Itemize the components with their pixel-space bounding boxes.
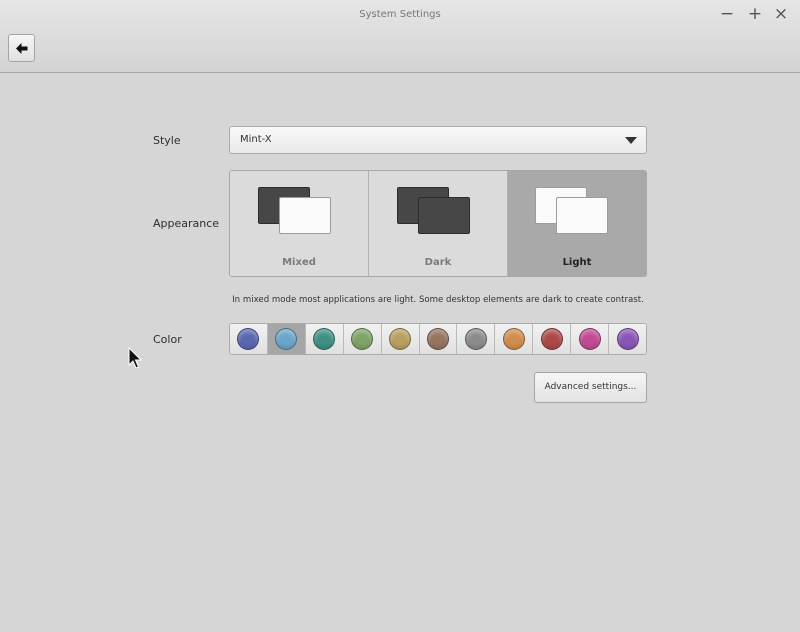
title-bar: System Settings − + × xyxy=(0,0,800,73)
appearance-option-label: Dark xyxy=(424,257,452,268)
color-swatch-blue[interactable] xyxy=(230,324,268,354)
maximize-button[interactable]: + xyxy=(744,4,766,24)
color-dot-icon xyxy=(464,328,487,350)
appearance-option-label: Light xyxy=(562,257,592,268)
color-swatch-red[interactable] xyxy=(533,324,572,354)
color-swatch-grey[interactable] xyxy=(457,324,496,354)
color-dot-icon xyxy=(275,328,298,350)
advanced-settings-button[interactable]: Advanced settings... xyxy=(534,372,647,403)
back-arrow-icon xyxy=(15,42,27,54)
color-dot-icon xyxy=(578,328,601,350)
appearance-option-mixed[interactable]: Mixed xyxy=(230,171,369,276)
color-swatch-green[interactable] xyxy=(343,324,382,354)
color-swatch-sand[interactable] xyxy=(381,324,420,354)
window-title: System Settings xyxy=(359,9,441,20)
appearance-label: Appearance xyxy=(153,217,220,230)
appearance-description: In mixed mode most applications are ligh… xyxy=(232,295,644,305)
mouse-pointer-icon xyxy=(128,347,143,369)
color-dot-icon xyxy=(426,328,449,350)
appearance-selector: Mixed Dark Light xyxy=(229,170,647,277)
minimize-button[interactable]: − xyxy=(716,4,738,24)
color-dot-icon xyxy=(237,328,260,350)
dark-window-icon xyxy=(418,197,470,234)
color-swatch-brown[interactable] xyxy=(419,324,458,354)
light-window-icon xyxy=(279,197,331,234)
style-combobox[interactable]: Mint-X xyxy=(229,126,647,154)
color-dot-icon xyxy=(313,328,336,350)
color-dot-icon xyxy=(351,328,374,350)
back-button[interactable] xyxy=(8,34,35,62)
color-swatch-orange[interactable] xyxy=(495,324,534,354)
chevron-down-icon xyxy=(625,137,637,144)
light-window-icon xyxy=(556,197,608,234)
color-swatch-row xyxy=(229,323,647,355)
color-dot-icon xyxy=(502,328,525,350)
color-swatch-purple[interactable] xyxy=(609,324,646,354)
close-button[interactable]: × xyxy=(770,4,792,24)
style-value: Mint-X xyxy=(240,134,272,145)
color-label: Color xyxy=(153,333,182,346)
color-swatch-teal[interactable] xyxy=(305,324,344,354)
appearance-option-dark[interactable]: Dark xyxy=(369,171,508,276)
color-swatch-pink[interactable] xyxy=(571,324,610,354)
color-dot-icon xyxy=(540,328,563,350)
style-label: Style xyxy=(153,134,181,147)
color-swatch-aqua[interactable] xyxy=(267,324,306,354)
color-dot-icon xyxy=(389,328,412,350)
appearance-option-label: Mixed xyxy=(282,257,316,268)
color-dot-icon xyxy=(616,328,639,350)
appearance-option-light[interactable]: Light xyxy=(508,171,646,276)
